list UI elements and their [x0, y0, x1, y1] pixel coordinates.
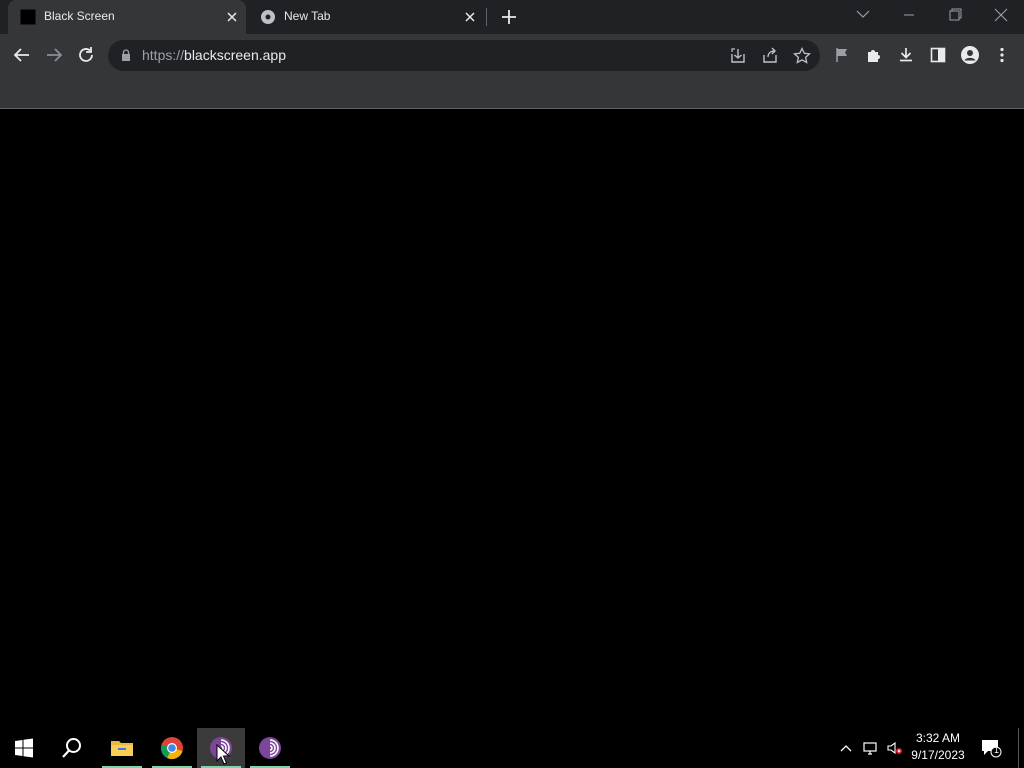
system-clock[interactable]: 3:32 AM 9/17/2023 — [906, 730, 970, 764]
forward-icon[interactable] — [42, 43, 66, 67]
clock-date: 9/17/2023 — [911, 748, 965, 762]
notification-count: 1 — [993, 745, 999, 755]
tab-black-screen[interactable]: Black Screen — [8, 0, 246, 34]
show-hidden-icons-icon[interactable] — [838, 740, 854, 756]
start-button[interactable] — [0, 728, 48, 768]
share-icon[interactable] — [760, 46, 780, 66]
network-icon[interactable] — [862, 740, 878, 756]
search-button[interactable] — [48, 728, 96, 768]
taskbar-tor-browser[interactable] — [246, 728, 294, 768]
start-icon — [15, 738, 33, 758]
close-tab-icon[interactable] — [224, 9, 240, 25]
windows-taskbar: 3:32 AM 9/17/2023 1 — [0, 728, 1024, 768]
taskbar-chrome[interactable] — [148, 728, 196, 768]
extensions-icon[interactable] — [864, 45, 884, 65]
tab-search-button[interactable] — [840, 0, 886, 30]
black-square-icon — [20, 9, 36, 25]
clock-time: 3:32 AM — [915, 731, 961, 745]
search-icon — [62, 738, 81, 758]
new-tab-button[interactable] — [498, 6, 520, 28]
close-window-button[interactable] — [978, 0, 1024, 30]
tab-new-tab[interactable]: New Tab — [248, 0, 484, 34]
profile-icon[interactable] — [960, 45, 980, 65]
file-explorer-icon — [111, 741, 133, 756]
close-tab-icon[interactable] — [462, 9, 478, 25]
taskbar-file-explorer[interactable] — [98, 728, 146, 768]
black-screen-page[interactable] — [0, 109, 1024, 728]
tor-browser-icon — [259, 737, 281, 759]
url-host: blackscreen.app — [184, 47, 286, 63]
menu-icon[interactable] — [992, 45, 1012, 65]
side-panel-icon[interactable] — [928, 45, 948, 65]
downloads-icon[interactable] — [896, 45, 916, 65]
url-scheme: https:// — [142, 47, 185, 63]
tab-separator — [486, 8, 487, 26]
bookmarks-bar — [0, 76, 1024, 109]
volume-muted-icon[interactable] — [886, 740, 902, 756]
flag-icon[interactable] — [832, 45, 852, 65]
action-center-button[interactable]: 1 — [980, 738, 1002, 758]
tab-title: New Tab — [284, 9, 331, 23]
lock-icon[interactable] — [120, 49, 132, 61]
address-bar[interactable]: https://blackscreen.app — [108, 40, 820, 71]
back-icon[interactable] — [10, 43, 34, 67]
minimize-button[interactable] — [886, 0, 932, 30]
reload-icon[interactable] — [74, 43, 98, 67]
show-desktop-button[interactable] — [1018, 728, 1019, 768]
url-text: https://blackscreen.app — [142, 47, 286, 63]
install-icon[interactable] — [728, 46, 748, 66]
chrome-icon — [260, 9, 276, 25]
tab-strip: Black Screen New Tab — [0, 0, 1024, 34]
tab-title: Black Screen — [44, 9, 115, 23]
bookmark-star-icon[interactable] — [792, 46, 812, 66]
chrome-icon — [161, 737, 183, 760]
restore-button[interactable] — [932, 0, 978, 30]
browser-toolbar: https://blackscreen.app — [0, 34, 1024, 76]
mouse-cursor-icon — [216, 744, 230, 766]
